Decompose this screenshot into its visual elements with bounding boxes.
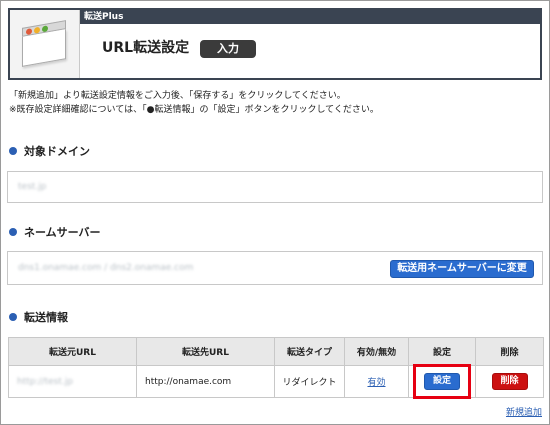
col-status: 有効/無効 — [344, 337, 409, 366]
domain-value: test.jp — [18, 182, 47, 192]
bullet-icon — [9, 147, 17, 155]
page-header: 転送Plus URL転送設定 入力 — [8, 8, 542, 80]
col-destination-url: 転送先URL — [136, 337, 275, 366]
table-header-row: 転送元URL 転送先URL 転送タイプ 有効/無効 設定 削除 — [8, 337, 544, 366]
browser-window-icon — [10, 10, 80, 78]
product-bar: 転送Plus — [80, 10, 540, 24]
nameserver-box: dns1.onamae.com / dns2.onamae.com 転送用ネーム… — [7, 251, 543, 285]
status-toggle-link[interactable]: 有効 — [367, 378, 385, 388]
change-nameserver-button[interactable]: 転送用ネームサーバーに変更 — [390, 260, 534, 278]
bullet-icon — [9, 313, 17, 321]
source-url: http://test.jp — [17, 376, 73, 387]
col-source-url: 転送元URL — [8, 337, 137, 366]
col-forward-type: 転送タイプ — [274, 337, 345, 366]
destination-url: http://onamae.com — [136, 365, 275, 398]
forward-section-title: 転送情報 — [9, 311, 68, 325]
product-name: 転送Plus — [84, 12, 124, 22]
intro-line-2: ※既存設定詳細確認については、「●転送情報」の「設定」ボタンをクリックしてくださ… — [9, 105, 379, 115]
add-new-link[interactable]: 新規追加 — [506, 405, 542, 418]
nameserver-value: dns1.onamae.com / dns2.onamae.com — [18, 263, 194, 273]
step-badge: 入力 — [200, 40, 256, 58]
highlight-box — [413, 364, 471, 399]
col-delete: 削除 — [475, 337, 544, 366]
page-title: URL転送設定 — [102, 40, 190, 56]
delete-button[interactable]: 削除 — [491, 373, 528, 390]
domain-box: test.jp — [7, 171, 543, 203]
status-cell: 有効 — [344, 365, 409, 398]
intro-line-1: 「新規追加」より転送設定情報をご入力後、「保存する」をクリックしてください。 — [9, 91, 346, 101]
col-settings: 設定 — [408, 337, 476, 366]
forward-type: リダイレクト — [274, 365, 345, 398]
bullet-icon — [9, 228, 17, 236]
delete-cell: 削除 — [475, 365, 544, 398]
source-url-cell: http://test.jp — [8, 365, 137, 398]
nameserver-section-title: ネームサーバー — [9, 226, 101, 240]
domain-section-title: 対象ドメイン — [9, 145, 90, 159]
